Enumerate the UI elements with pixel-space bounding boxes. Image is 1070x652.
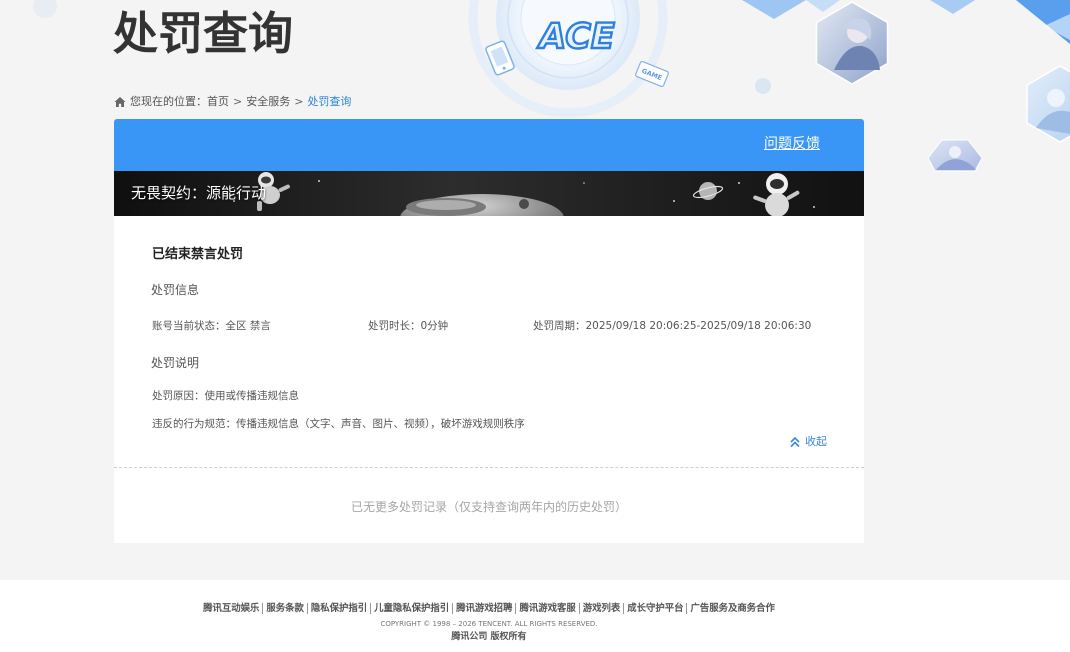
character-hexagon-small	[927, 139, 983, 172]
penalty-reason-value: 使用或传播违规信息	[204, 390, 300, 402]
penalty-explanation-heading: 处罚说明	[151, 356, 200, 370]
account-status-label: 账号当前状态：	[152, 320, 226, 332]
card-header: 问题反馈	[114, 119, 864, 171]
footer-link-child-privacy[interactable]: 儿童隐私保护指引	[370, 603, 453, 614]
footer-link-customer-service[interactable]: 腾讯游戏客服	[515, 603, 579, 614]
violated-rule-label: 违反的行为规范：	[152, 418, 236, 430]
faint-dot	[33, 0, 57, 18]
penalty-period-value: 2025/09/18 20:06:25-2025/09/18 20:06:30	[585, 320, 812, 332]
footer-link-growth-guardian[interactable]: 成长守护平台	[623, 603, 687, 614]
breadcrumb-link-security-services[interactable]: 安全服务	[246, 94, 290, 110]
collapse-button[interactable]: 收起	[789, 434, 827, 450]
penalty-reason: 处罚原因：使用或传播违规信息	[152, 388, 299, 404]
feedback-link[interactable]: 问题反馈	[764, 135, 820, 153]
penalty-duration-label: 处罚时长：	[368, 320, 421, 332]
character-hexagon-large	[815, 1, 889, 85]
game-banner: 无畏契约：源能行动	[114, 171, 864, 216]
game-tag-text: GAME	[640, 67, 663, 82]
company-name: 腾讯公司 版权所有	[451, 632, 527, 642]
ace-emblem: ACE	[468, 0, 668, 118]
footer-link-terms[interactable]: 服务条款	[262, 603, 307, 614]
violated-rule-value: 传播违规信息（文字、声音、图片、视频），破坏游戏规则秩序	[236, 418, 525, 430]
footer-links: 腾讯互动娱乐 服务条款 隐私保护指引 儿童隐私保护指引 腾讯游戏招聘 腾讯游戏客服 游戏列表…	[114, 603, 864, 614]
blue-dot	[755, 78, 771, 94]
copyright-text: COPYRIGHT © 1998 – 2026 TENCENT. ALL RIG…	[380, 620, 598, 628]
account-status-value: 全区 禁言	[225, 320, 271, 332]
account-status: 账号当前状态：全区 禁言	[152, 318, 271, 334]
penalty-duration-value: 0分钟	[420, 320, 449, 332]
footer-link-tencent-entertainment[interactable]: 腾讯互动娱乐	[200, 603, 262, 614]
footer-inner: 腾讯互动娱乐 服务条款 隐私保护指引 儿童隐私保护指引 腾讯游戏招聘 腾讯游戏客服 游戏列表…	[114, 580, 864, 652]
breadcrumb-prefix: 您现在的位置：	[130, 95, 207, 108]
chevron-double-up-icon	[789, 436, 801, 448]
phone-card-icon	[485, 40, 515, 76]
card-footer: 已无更多处罚记录（仅支持查询两年内的历史处罚）	[114, 468, 864, 543]
footer-link-advertising[interactable]: 广告服务及商务合作	[686, 603, 778, 614]
no-more-records-note: 已无更多处罚记录（仅支持查询两年内的历史处罚）	[350, 500, 627, 514]
game-name: 无畏契约：源能行动	[131, 184, 267, 202]
penalty-reason-label: 处罚原因：	[152, 390, 205, 402]
footer-link-privacy[interactable]: 隐私保护指引	[306, 603, 371, 614]
violated-rule: 违反的行为规范：传播违规信息（文字、声音、图片、视频），破坏游戏规则秩序	[152, 416, 525, 432]
character-hexagon-right	[1026, 65, 1070, 143]
site-footer: 腾讯互动娱乐 服务条款 隐私保护指引 儿童隐私保护指引 腾讯游戏招聘 腾讯游戏客服 游戏列表…	[0, 580, 1070, 652]
footer-link-game-list[interactable]: 游戏列表	[578, 603, 624, 614]
corner-triangles	[742, 0, 1070, 44]
penalty-record-card: 问题反馈 无畏契约：源能行动 已结束禁言处罚 处罚信息 账号当前状态：全区 禁言…	[114, 119, 864, 543]
penalty-period-label: 处罚周期：	[533, 320, 586, 332]
penalty-duration: 处罚时长：0分钟	[368, 318, 448, 334]
ace-logo-text: ACE	[536, 17, 615, 57]
page-background: ACE GAME 处罚查询 您现在的位置： 首页 > 安全服务 > 处罚查询 问…	[0, 0, 1070, 580]
home-icon	[114, 96, 126, 108]
penalty-detail: 已结束禁言处罚 处罚信息 账号当前状态：全区 禁言 处罚时长：0分钟 处罚周期：…	[114, 216, 864, 468]
breadcrumb-separator: >	[294, 95, 304, 108]
penalty-info-heading: 处罚信息	[151, 283, 200, 297]
breadcrumb-current-penalty-query[interactable]: 处罚查询	[307, 94, 351, 110]
footer-link-careers[interactable]: 腾讯游戏招聘	[452, 603, 516, 614]
breadcrumb: 您现在的位置： 首页 > 安全服务 > 处罚查询	[114, 94, 351, 110]
breadcrumb-link-home[interactable]: 首页	[207, 94, 229, 110]
collapse-label: 收起	[805, 435, 827, 448]
game-tag-icon: GAME	[635, 60, 669, 88]
breadcrumb-separator: >	[233, 95, 243, 108]
penalty-status-title: 已结束禁言处罚	[152, 247, 244, 262]
page-title: 处罚查询	[113, 7, 294, 60]
penalty-period: 处罚周期：2025/09/18 20:06:25-2025/09/18 20:0…	[533, 318, 811, 334]
